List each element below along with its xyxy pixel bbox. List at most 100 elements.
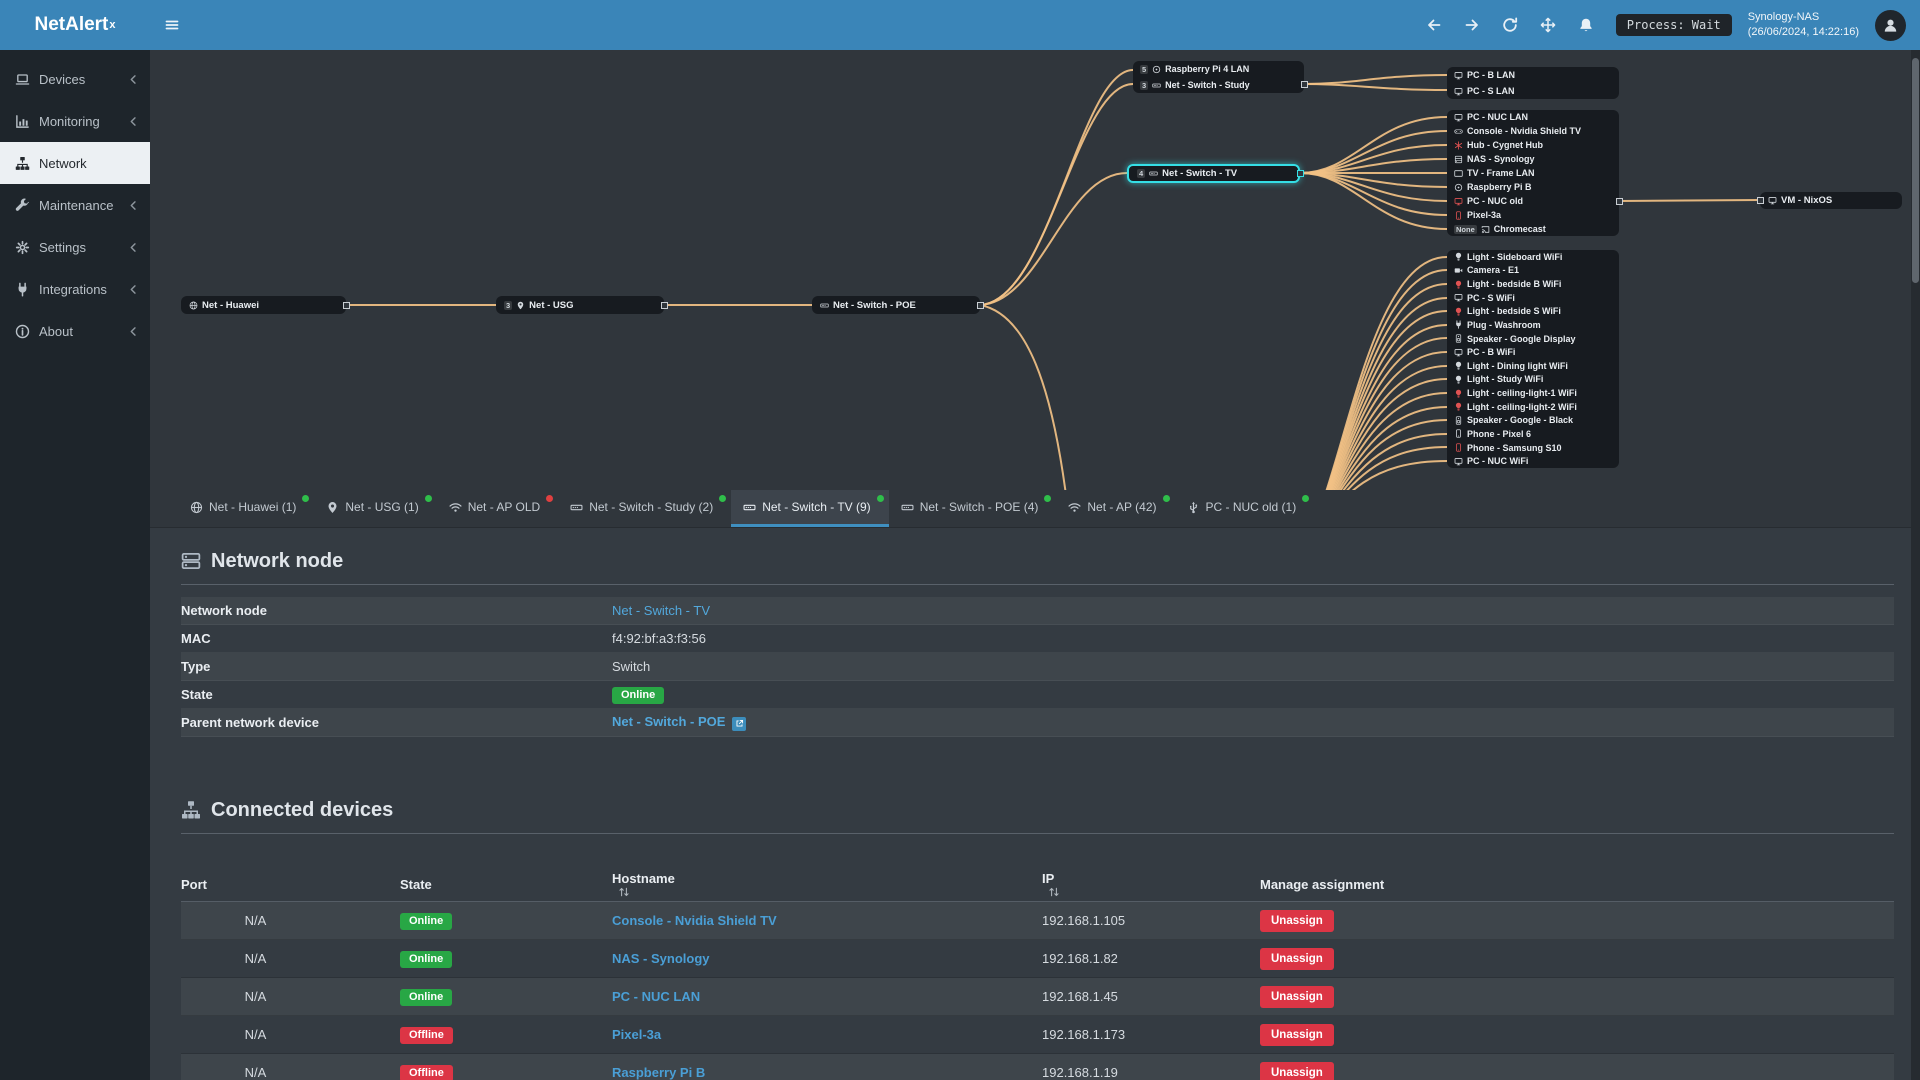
brand-sup: x [109,19,116,31]
unassign-button[interactable]: Unassign [1260,985,1334,1008]
pc-icon [1454,293,1463,302]
net-node-pc-b-lan[interactable]: PC - B LAN [1454,67,1612,83]
sort-icon[interactable] [618,886,630,898]
net-node-phone-samsung-s10[interactable]: Phone - Samsung S10 [1454,441,1612,455]
col-header-ip[interactable]: IP [1042,871,1260,898]
tab-net-usg[interactable]: Net - USG (1) [314,490,436,527]
net-node-tv-frame-lan[interactable]: TV - Frame LAN [1454,166,1612,180]
app-brand[interactable]: NetAlert x [0,0,150,50]
unassign-button[interactable]: Unassign [1260,947,1334,970]
net-node-switch-tv-selected[interactable]: 4 Net - Switch - TV [1127,164,1300,183]
tab-label: Net - USG (1) [345,500,419,514]
net-node-pc-s-wifi[interactable]: PC - S WiFi [1454,291,1612,305]
sort-icon[interactable] [1048,886,1060,898]
net-node-light-bedside-s-wifi[interactable]: Light - bedside S WiFi [1454,305,1612,319]
state-badge: Online [400,912,453,930]
sidebar-item-monitoring[interactable]: Monitoring [0,100,150,142]
connected-devices-table: Port State Hostname IP Manage assignment… [181,868,1894,1080]
detail-label: MAC [181,631,211,646]
col-header-hostname[interactable]: Hostname [612,871,1042,898]
net-node-pc-nuc-old[interactable]: PC - NUC old [1454,194,1612,208]
net-node-raspberry-pi-b[interactable]: Raspberry Pi B [1454,180,1612,194]
net-node-speaker-google-black[interactable]: Speaker - Google - Black [1454,414,1612,428]
net-node-light-ceiling-light-2-wifi[interactable]: Light - ceiling-light-2 WiFi [1454,400,1612,414]
net-node-usg[interactable]: 3 Net - USG [496,296,664,314]
lightbulb-icon [1454,389,1463,398]
forward-arrow-icon[interactable] [1464,17,1480,33]
net-node-light-bedside-b-wifi[interactable]: Light - bedside B WiFi [1454,277,1612,291]
net-node-console-nvidia-shield-tv[interactable]: Console - Nvidia Shield TV [1454,124,1612,138]
move-arrows-icon[interactable] [1540,17,1556,33]
sidebar-item-settings[interactable]: Settings [0,226,150,268]
network-node-link[interactable]: Net - Switch - TV [612,603,710,618]
refresh-icon[interactable] [1502,17,1518,33]
device-link[interactable]: NAS - Synology [612,951,710,966]
sidebar-item-maintenance[interactable]: Maintenance [0,184,150,226]
net-node-huawei[interactable]: Net - Huawei [181,296,346,314]
net-node-speaker-google-display[interactable]: Speaker - Google Display [1454,332,1612,346]
net-node-pc-nuc-lan[interactable]: PC - NUC LAN [1454,110,1612,124]
net-node-chromecast[interactable]: None Chromecast [1454,222,1612,236]
node-detail-panel: Network node Network node Net - Switch -… [150,528,1920,1080]
net-node-nas-synology[interactable]: NAS - Synology [1454,152,1612,166]
tab-pc-nuc-old[interactable]: PC - NUC old (1) [1175,490,1315,527]
status-dot [546,495,554,502]
net-node-pc-s-lan[interactable]: PC - S LAN [1454,83,1612,99]
sidebar-item-about[interactable]: About [0,310,150,352]
device-link[interactable]: Raspberry Pi B [612,1065,705,1080]
unassign-button[interactable]: Unassign [1260,1023,1334,1046]
bell-icon[interactable] [1578,17,1594,33]
net-node-pc-b-wifi[interactable]: PC - B WiFi [1454,345,1612,359]
unassign-button[interactable]: Unassign [1260,1061,1334,1080]
tab-net-switch-poe[interactable]: Net - Switch - POE (4) [889,490,1057,527]
switch-icon [743,501,756,514]
net-node-switch-poe[interactable]: Net - Switch - POE [812,296,980,314]
tab-label: Net - Huawei (1) [209,500,297,514]
node-label: Pixel-3a [1467,210,1502,220]
parent-device-link[interactable]: Net - Switch - POE [612,714,725,729]
net-node-camera-e1[interactable]: Camera - E1 [1454,264,1612,278]
net-node-switch-study[interactable]: 3 Net - Switch - Study [1140,77,1297,93]
net-node-phone-pixel-6[interactable]: Phone - Pixel 6 [1454,427,1612,441]
chevron-left-icon [127,73,140,86]
node-label: Light - ceiling-light-2 WiFi [1467,401,1577,412]
connector-dot [343,302,350,309]
tab-net-ap-old[interactable]: Net - AP OLD [437,490,558,527]
port-badge: 3 [1140,80,1149,90]
tab-net-ap[interactable]: Net - AP (42) [1056,490,1174,527]
sidebar-item-label: Settings [39,239,86,255]
net-node-pc-nuc-wifi[interactable]: PC - NUC WiFi [1454,454,1612,468]
sidebar-item-integrations[interactable]: Integrations [0,268,150,310]
unassign-button[interactable]: Unassign [1260,909,1334,932]
tab-label: Net - AP OLD [467,500,541,514]
detail-row-mac: MAC f4:92:bf:a3:f3:56 [181,625,1894,653]
net-node-light-ceiling-light-1-wifi[interactable]: Light - ceiling-light-1 WiFi [1454,386,1612,400]
tab-net-huawei[interactable]: Net - Huawei (1) [178,490,314,527]
sidebar-item-devices[interactable]: Devices [0,58,150,100]
scrollbar-thumb[interactable] [1912,58,1919,283]
net-node-light-study-wifi[interactable]: Light - Study WiFi [1454,373,1612,387]
net-node-vm-nixos[interactable]: VM - NixOS [1760,192,1902,209]
tab-net-switch-tv[interactable]: Net - Switch - TV (9) [731,490,889,527]
port-cell: N/A [244,1027,267,1042]
host-timestamp: (26/06/2024, 14:22:16) [1747,26,1859,38]
net-node-pixel-3a[interactable]: Pixel-3a [1454,208,1612,222]
net-node-light-dining-light-wifi[interactable]: Light - Dining light WiFi [1454,359,1612,373]
detail-label: Network node [181,603,267,618]
net-node-raspberry-pi-4-lan[interactable]: 5 Raspberry Pi 4 LAN [1140,61,1297,77]
sidebar-item-network[interactable]: Network [0,142,150,184]
avatar[interactable] [1875,9,1906,41]
external-link-button[interactable] [732,716,747,731]
device-link[interactable]: Pixel-3a [612,1027,661,1042]
device-link[interactable]: Console - Nvidia Shield TV [612,913,777,928]
back-arrow-icon[interactable] [1426,17,1442,33]
net-node-hub-cygnet-hub[interactable]: Hub - Cygnet Hub [1454,138,1612,152]
net-node-light-sideboard-wifi[interactable]: Light - Sideboard WiFi [1454,250,1612,264]
state-badge: Offline [400,1064,453,1080]
sidebar-toggle-button[interactable] [150,0,194,50]
device-link[interactable]: PC - NUC LAN [612,989,700,1004]
connector-dot [1301,81,1308,88]
sidebar-item-label: Devices [39,71,86,87]
net-node-plug-washroom[interactable]: Plug - Washroom [1454,318,1612,332]
tab-net-switch-study[interactable]: Net - Switch - Study (2) [558,490,731,527]
